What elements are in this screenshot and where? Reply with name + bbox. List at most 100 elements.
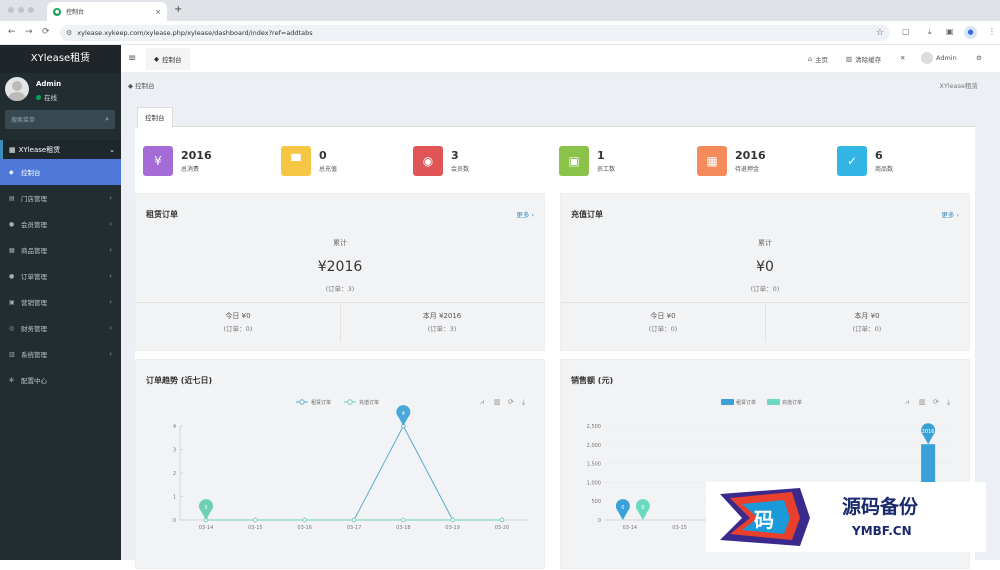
menu-toggle-icon[interactable]: ≡ [128, 53, 136, 64]
y-tick-label: 0 [173, 518, 176, 524]
window-controls[interactable] [8, 7, 34, 13]
sidebar-item-finance[interactable]: ◎ 财务管理 ‹ [0, 315, 121, 341]
top-navbar: ≡ ◆ 控制台 ⌂ 主页 ▥ 清除缓存 ✕ Admin ⚙ [121, 45, 1000, 73]
sidebar-item-store[interactable]: ▤ 门店管理 ‹ [0, 185, 121, 211]
y-tick-label: 1 [173, 495, 176, 501]
forward-icon[interactable]: → [25, 27, 33, 37]
user-menu[interactable]: Admin [921, 52, 957, 64]
settings-button[interactable]: ⚙ [976, 54, 982, 62]
chevron-left-icon: ‹ [109, 272, 112, 280]
stat-label: 总消费 [181, 166, 200, 173]
stat-label: 总充值 [319, 166, 338, 173]
marker-label: 0 [621, 505, 624, 511]
more-link[interactable]: 更多 › [516, 209, 534, 219]
close-dot[interactable] [8, 7, 14, 13]
minimize-dot[interactable] [18, 7, 24, 13]
sidebar-item-config[interactable]: ✻ 配置中心 [0, 367, 121, 393]
total-amount: ¥2016 [317, 259, 363, 275]
data-point [450, 517, 455, 523]
y-tick-label: 0 [598, 518, 601, 524]
check-icon: ✓ [837, 146, 867, 176]
chevron-down-icon: ⌄ [109, 145, 115, 154]
clear-cache-button[interactable]: ▥ 清除缓存 [846, 54, 881, 64]
sidebar-item-marketing[interactable]: ▣ 营销管理 ‹ [0, 289, 121, 315]
browser-tab[interactable]: ● 控制台 × [47, 2, 167, 21]
divider [561, 302, 969, 303]
stat-staff-count[interactable]: ▣ 1 员工数 [559, 146, 615, 176]
x-tick-label: 03-20 [495, 525, 510, 531]
close-tab-icon[interactable]: × [155, 8, 161, 16]
card-title: 租赁订单 [146, 210, 178, 219]
chevron-left-icon: ‹ [109, 246, 112, 254]
avatar [5, 77, 29, 101]
month-label: 本月 ¥2016 [422, 312, 462, 320]
more-link[interactable]: 更多 › [941, 209, 959, 219]
menu-header[interactable]: ▦ XYlease租赁 ⌄ [0, 140, 121, 159]
x-tick-label: 03-16 [297, 525, 312, 531]
sidebar-item-members[interactable]: ● 会员管理 ‹ [0, 211, 121, 237]
sidebar: XYlease租赁 Admin 在线 搜索菜单 ⌕ ▦ XYlease租赁 ⌄ ◆ 控… [0, 45, 121, 560]
tab-dashboard[interactable]: ◆ 控制台 [146, 48, 190, 70]
user-name: Admin [36, 80, 62, 88]
x-tick-label: 03-14 [199, 525, 214, 531]
finance-icon: ◎ [9, 324, 15, 332]
legend-swatch [721, 399, 734, 405]
marker-label: 0 [204, 505, 207, 511]
sidebar-item-label: 财务管理 [21, 325, 47, 333]
zoom-dot[interactable] [28, 7, 34, 13]
stat-deposit-refund[interactable]: ▦ 2016 待退押金 [697, 146, 766, 176]
stat-goods-count[interactable]: ✓ 6 商品数 [837, 146, 893, 176]
tab-dashboard-panel[interactable]: 控制台 [137, 107, 173, 128]
month-label: 本月 ¥0 [854, 312, 880, 320]
stat-label: 待退押金 [735, 166, 760, 173]
sidepanel-icon[interactable]: ▣ [946, 27, 954, 36]
stat-value: 2016 [181, 149, 212, 162]
stat-total-consume[interactable]: ¥2016 总消费 [143, 146, 212, 176]
card-title: 充值订单 [571, 210, 603, 219]
legend-swatch [767, 399, 780, 405]
total-orders: (订单：3) [325, 285, 355, 293]
legend-label: 充值订单 [359, 399, 379, 406]
sidebar-item-system[interactable]: ▥ 系统管理 ‹ [0, 341, 121, 367]
avatar [921, 52, 933, 64]
y-tick-label: 1,000 [587, 480, 601, 486]
extensions-icon[interactable]: ▢ [902, 27, 910, 36]
home-link[interactable]: ⌂ 主页 [808, 54, 828, 64]
bookmark-star-icon[interactable]: ☆ [876, 28, 884, 38]
back-icon[interactable]: ← [8, 27, 16, 37]
sidebar-item-goods[interactable]: ▦ 商品管理 ‹ [0, 237, 121, 263]
id-card-icon: ▣ [559, 146, 589, 176]
profile-icon[interactable]: ● [964, 26, 977, 39]
tab-label: 控制台 [162, 56, 182, 64]
url-text[interactable]: xylease.xykeep.com/xylease.php/xylease/d… [77, 29, 871, 37]
sidebar-item-label: 门店管理 [21, 195, 47, 203]
brand-logo[interactable]: XYlease租赁 [0, 45, 121, 73]
sidebar-item-orders[interactable]: ● 订单管理 ‹ [0, 263, 121, 289]
chevron-left-icon: ‹ [109, 194, 112, 202]
panel-tabs: 控制台 [135, 107, 975, 128]
gear-icon: ✻ [9, 376, 15, 384]
download-icon[interactable]: ⤓ [928, 27, 932, 37]
stat-member-count[interactable]: ◉ 3 会员数 [413, 146, 469, 176]
stat-total-recharge[interactable]: ▀ 0 总充值 [281, 146, 337, 176]
sidebar-item-dashboard[interactable]: ◆ 控制台 [0, 159, 121, 185]
month-stat: 本月 ¥2016 (订单：3) [340, 311, 544, 333]
new-tab-button[interactable]: + [174, 4, 182, 15]
stat-value: 6 [875, 149, 883, 162]
order-icon: ● [9, 272, 15, 280]
menu-search-input[interactable]: 搜索菜单 ⌕ [5, 110, 115, 129]
address-bar[interactable]: ⚙ xylease.xykeep.com/xylease.php/xylease… [60, 25, 890, 41]
stat-label: 商品数 [875, 166, 894, 173]
sidebar-item-label: 系统管理 [21, 351, 47, 359]
svg-text:码: 码 [754, 508, 774, 532]
dashboard-icon: ◆ [154, 55, 159, 63]
order-trend-card: 订单趋势 (近七日) ⩘ ▥ ⟳ ⤓ 0 1 2 3 4 03-14 03-15 03-16 0… [135, 359, 545, 569]
search-icon[interactable]: ⌕ [105, 115, 109, 124]
site-info-icon[interactable]: ⚙ [66, 29, 72, 37]
reload-icon[interactable]: ⟳ [42, 27, 50, 37]
month-stat: 本月 ¥0 (订单：0) [765, 311, 969, 333]
total-orders: (订单：0) [750, 285, 780, 293]
fullscreen-button[interactable]: ✕ [900, 54, 905, 62]
browser-menu-icon[interactable]: ⋮ [988, 27, 996, 36]
y-tick-label: 2 [173, 471, 176, 477]
